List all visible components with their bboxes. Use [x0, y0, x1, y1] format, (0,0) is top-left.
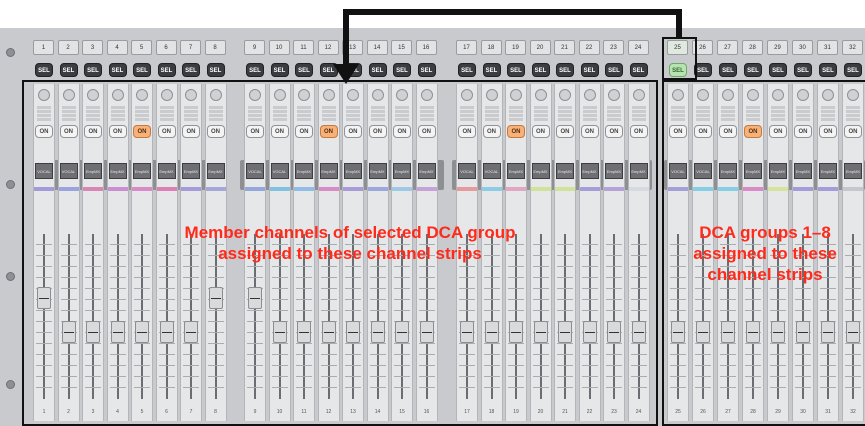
sel-button[interactable]: SEL	[844, 63, 862, 77]
strip-number: 23	[603, 40, 624, 55]
strip-number: 1	[33, 40, 54, 55]
strip-number: 24	[627, 40, 649, 55]
sel-button[interactable]: SEL	[605, 63, 623, 77]
sel-button[interactable]: SEL	[531, 63, 550, 77]
strip-number: 7	[180, 40, 201, 55]
strip-number: 20	[529, 40, 551, 55]
sel-button[interactable]: SEL	[157, 63, 176, 77]
sel-button[interactable]: SEL	[556, 63, 574, 77]
strip-number: 15	[391, 40, 412, 55]
sel-button[interactable]: SEL	[580, 63, 599, 77]
sel-button[interactable]: SEL	[794, 63, 812, 77]
sel-button[interactable]: SEL	[482, 63, 501, 77]
strip-number: 22	[578, 40, 600, 55]
sel-button[interactable]: SEL	[507, 63, 525, 77]
sel-button[interactable]: SEL	[629, 63, 648, 77]
sel-button[interactable]: SEL	[744, 63, 762, 77]
strip-number: 12	[317, 40, 339, 55]
strip-number: 21	[554, 40, 575, 55]
sel-button[interactable]: SEL	[59, 63, 78, 77]
strip-number: 6	[155, 40, 177, 55]
strip-number: 29	[767, 40, 788, 55]
strip-number: 17	[456, 40, 477, 55]
strip-number: 3	[82, 40, 103, 55]
strip-number: 14	[366, 40, 388, 55]
sel-button[interactable]: SEL	[458, 63, 476, 77]
sel-button[interactable]: SEL	[35, 63, 53, 77]
sel-button[interactable]: SEL	[108, 63, 127, 77]
sel-button[interactable]: SEL	[319, 63, 338, 77]
screw-icon	[6, 48, 15, 57]
screw-icon	[6, 380, 15, 389]
strip-number: 27	[717, 40, 738, 55]
strip-number: 4	[106, 40, 128, 55]
strip-number: 13	[342, 40, 363, 55]
strip-number: 19	[505, 40, 526, 55]
strip-number: 16	[415, 40, 437, 55]
sel-button[interactable]: SEL	[393, 63, 411, 77]
sel-button[interactable]: SEL	[246, 63, 264, 77]
strip-number: 28	[742, 40, 763, 55]
strip-number: 5	[131, 40, 152, 55]
selected-sel-highlight-frame	[662, 37, 697, 80]
strip-number: 9	[244, 40, 265, 55]
sel-button[interactable]: SEL	[769, 63, 787, 77]
sel-button[interactable]: SEL	[368, 63, 387, 77]
sel-button[interactable]: SEL	[206, 63, 225, 77]
sel-button[interactable]: SEL	[719, 63, 737, 77]
dca-groups-label: DCA groups 1–8 assigned to these channel…	[693, 223, 837, 284]
screw-icon	[6, 272, 15, 281]
strip-number: 2	[57, 40, 79, 55]
sel-button[interactable]: SEL	[295, 63, 313, 77]
strip-number: 8	[204, 40, 226, 55]
sel-button[interactable]: SEL	[417, 63, 436, 77]
strip-number: 30	[792, 40, 813, 55]
sel-button[interactable]: SEL	[270, 63, 289, 77]
strip-number: 18	[480, 40, 502, 55]
strip-number: 32	[842, 40, 863, 55]
strip-number: 11	[293, 40, 314, 55]
sel-button[interactable]: SEL	[344, 63, 362, 77]
sel-button[interactable]: SEL	[819, 63, 837, 77]
sel-button[interactable]: SEL	[182, 63, 200, 77]
member-channels-label: Member channels of selected DCA group as…	[184, 223, 516, 263]
screw-icon	[6, 180, 15, 189]
strip-number: 31	[817, 40, 838, 55]
strip-number: 10	[268, 40, 290, 55]
sel-button[interactable]: SEL	[133, 63, 151, 77]
sel-button[interactable]: SEL	[84, 63, 102, 77]
